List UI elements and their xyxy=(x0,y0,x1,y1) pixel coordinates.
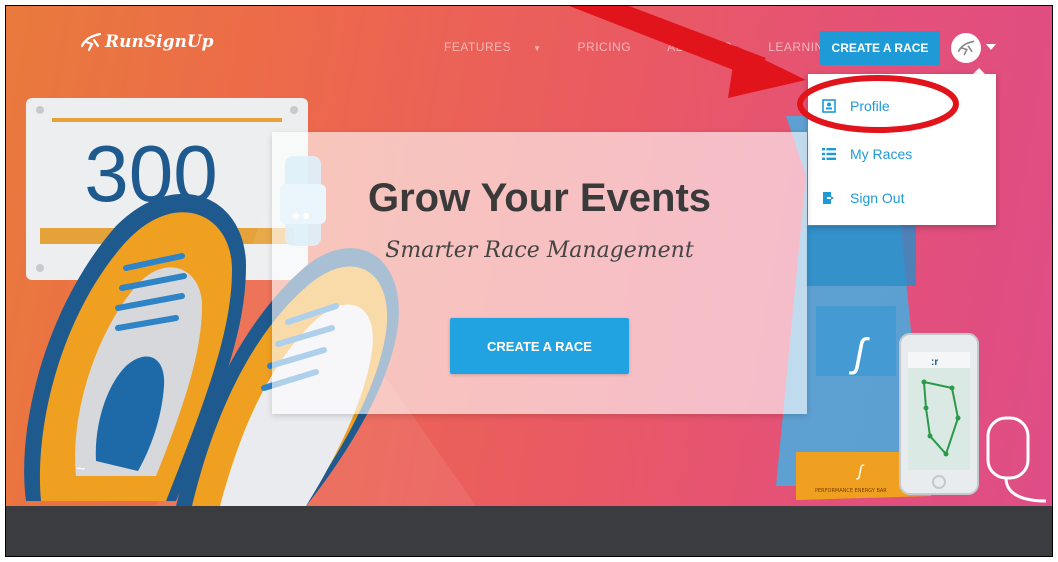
nav-item-features[interactable]: FEATURES ▼ xyxy=(444,40,560,54)
dropdown-item-profile[interactable]: Profile xyxy=(822,98,890,114)
dropdown-item-sign-out[interactable]: Sign Out xyxy=(822,190,904,206)
svg-text:~: ~ xyxy=(76,461,85,478)
nav-item-label: PRICING xyxy=(577,40,632,54)
phone-illustration: :r xyxy=(899,333,979,495)
account-dropdown-menu: Profile My Races Sign Out xyxy=(808,74,996,225)
avatar-caret-icon[interactable] xyxy=(986,44,996,50)
chevron-down-icon: ▼ xyxy=(533,44,542,53)
footer-band xyxy=(6,506,1052,556)
profile-card-icon xyxy=(822,99,836,113)
dropdown-item-label: My Races xyxy=(850,146,913,162)
sign-out-icon xyxy=(823,192,834,204)
runner-logo-icon xyxy=(80,32,102,52)
screenshot-frame: 300 ~ ʃ ʃ PERFORMANCE ENERGY BAR:r RunS… xyxy=(5,5,1053,557)
svg-text::r: :r xyxy=(931,357,938,368)
hero-title: Grow Your Events xyxy=(367,176,712,220)
nav-item-label: ABOUT US xyxy=(667,40,733,54)
earbuds-illustration xyxy=(986,416,1047,503)
runner-avatar-icon xyxy=(957,40,975,56)
runsignup-logo[interactable]: RunSignUp xyxy=(80,32,214,52)
nav-item-about-us[interactable]: ABOUT US xyxy=(667,40,750,54)
hero-subtitle: Smarter Race Management xyxy=(385,238,694,263)
hero-create-race-button[interactable]: CREATE A RACE xyxy=(450,318,629,374)
hero-section: 300 ~ ʃ ʃ PERFORMANCE ENERGY BAR:r RunS… xyxy=(6,6,1052,506)
dropdown-item-label: Sign Out xyxy=(850,190,905,206)
hero-card: Grow Your Events Smarter Race Management… xyxy=(272,132,807,414)
user-avatar-button[interactable] xyxy=(951,33,981,63)
list-icon xyxy=(822,148,836,160)
nav-item-pricing[interactable]: PRICING xyxy=(578,40,650,54)
dropdown-item-my-races[interactable]: My Races xyxy=(822,146,912,162)
nav-create-race-button[interactable]: CREATE A RACE xyxy=(820,31,940,65)
nav-item-label: FEATURES xyxy=(444,40,512,54)
dropdown-item-label: Profile xyxy=(850,98,890,114)
logo-text: RunSignUp xyxy=(105,32,214,52)
energy-bar-label: PERFORMANCE ENERGY BAR xyxy=(815,488,887,494)
